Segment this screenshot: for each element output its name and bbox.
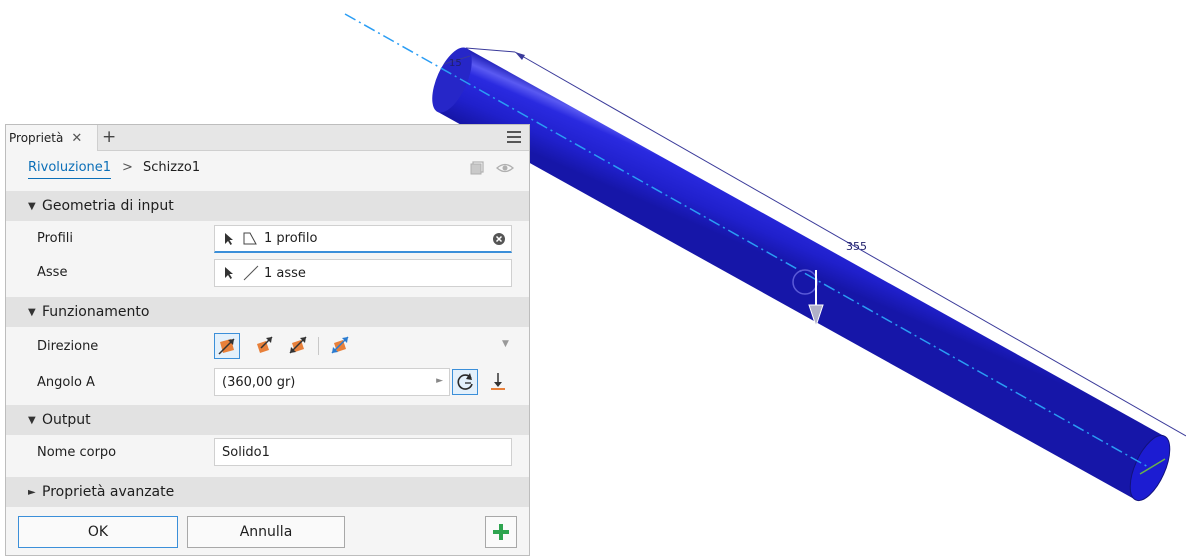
axis-line-icon	[243, 265, 259, 281]
angle-value: (360,00 gr)	[222, 374, 296, 390]
chevron-down-icon[interactable]: ▼	[502, 339, 509, 349]
ok-button[interactable]: OK	[18, 516, 178, 548]
direction-label: Direzione	[37, 339, 99, 354]
breadcrumb-separator-icon: >	[122, 160, 133, 175]
dimension-arrow	[515, 52, 525, 60]
dimension-extension	[465, 47, 516, 53]
add-tab-icon[interactable]: +	[102, 127, 116, 147]
profiles-label: Profili	[37, 231, 74, 246]
direction-flipped-icon[interactable]	[252, 333, 278, 359]
collapse-triangle-icon: ▼	[28, 306, 36, 318]
visibility-eye-icon[interactable]	[496, 161, 514, 175]
breadcrumb-feature-link[interactable]: Rivoluzione1	[28, 160, 112, 179]
plus-icon	[493, 524, 509, 540]
collapse-triangle-icon: ▼	[28, 414, 36, 426]
axis-label: Asse	[37, 265, 68, 280]
panel-tab-bar: Proprietà ✕ +	[6, 125, 529, 151]
collapse-triangle-icon: ▼	[28, 200, 36, 212]
section-output[interactable]: ▼ Output	[6, 405, 529, 435]
direction-asymmetric-icon[interactable]	[328, 333, 354, 359]
section-title: Funzionamento	[42, 304, 150, 320]
tab-properties-label: Proprietà	[9, 131, 64, 145]
section-title: Output	[42, 412, 91, 428]
cursor-arrow-icon	[225, 232, 233, 245]
angle-input[interactable]: (360,00 gr) ►	[214, 368, 450, 396]
clear-selection-icon[interactable]	[493, 233, 505, 245]
section-title: Geometria di input	[42, 198, 174, 214]
full-revolve-icon[interactable]	[452, 369, 478, 395]
cancel-button[interactable]: Annulla	[187, 516, 345, 548]
cylinder-body[interactable]	[438, 48, 1164, 500]
section-title: Proprietà avanzate	[42, 484, 175, 500]
chevron-right-icon[interactable]: ►	[436, 376, 443, 386]
diameter-dimension-text[interactable]: 15	[449, 58, 462, 69]
direction-buttons: ▼	[214, 333, 514, 359]
expand-triangle-icon: ►	[28, 486, 36, 498]
profiles-value: 1 profilo	[264, 231, 318, 246]
breadcrumb: Rivoluzione1 > Schizzo1	[6, 151, 529, 189]
length-dimension-text[interactable]: 355	[846, 240, 867, 253]
cursor-arrow-icon	[225, 267, 233, 279]
axis-selector[interactable]: 1 asse	[214, 259, 512, 287]
breadcrumb-sketch[interactable]: Schizzo1	[143, 160, 200, 175]
profile-shape-icon	[243, 232, 257, 245]
section-advanced[interactable]: ► Proprietà avanzate	[6, 477, 529, 507]
tab-properties[interactable]: Proprietà ✕	[6, 125, 98, 151]
body-name-value: Solido1	[222, 444, 270, 460]
divider	[318, 337, 319, 355]
body-name-input[interactable]: Solido1	[214, 438, 512, 466]
preview-toggle-icon[interactable]	[470, 161, 484, 175]
panel-footer: OK Annulla	[6, 507, 529, 555]
apply-add-button[interactable]	[485, 516, 517, 548]
section-input-geometry[interactable]: ▼ Geometria di input	[6, 191, 529, 221]
hamburger-menu-icon[interactable]	[507, 131, 521, 144]
angle-label: Angolo A	[37, 375, 95, 390]
tab-close-icon[interactable]: ✕	[71, 131, 82, 146]
section-behavior[interactable]: ▼ Funzionamento	[6, 297, 529, 327]
axis-value: 1 asse	[264, 265, 306, 281]
profiles-selector[interactable]: 1 profilo	[214, 225, 512, 253]
body-name-label: Nome corpo	[37, 445, 117, 460]
direction-default-icon[interactable]	[214, 333, 240, 359]
direction-symmetric-icon[interactable]	[286, 333, 312, 359]
angle-extent-icon[interactable]	[486, 369, 512, 395]
properties-panel: Proprietà ✕ + Rivoluzione1 > Schizzo1 ▼ …	[5, 124, 530, 556]
